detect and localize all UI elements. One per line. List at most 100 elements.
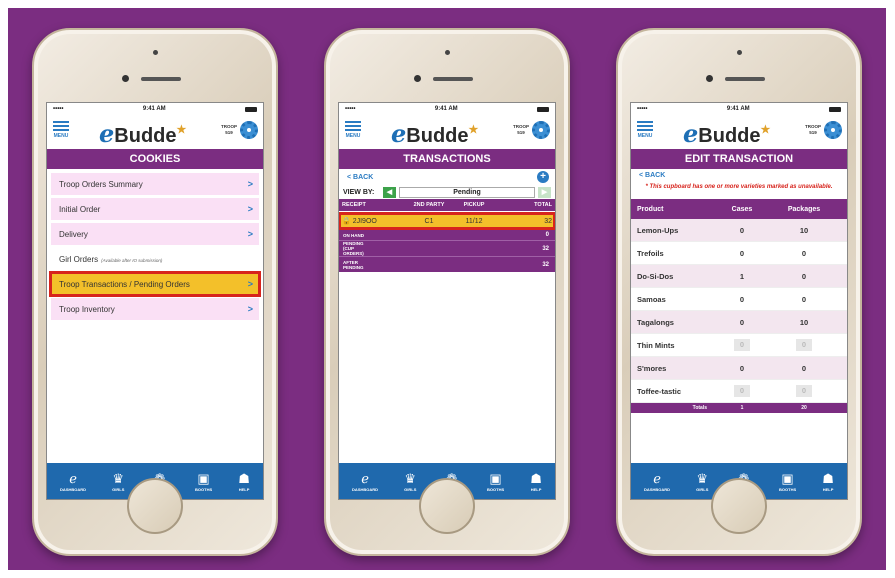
tab-help[interactable]: ☗ HELP: [238, 471, 250, 492]
speaker-grille: [141, 77, 181, 81]
front-camera: [122, 75, 129, 82]
add-transaction-button[interactable]: +: [537, 171, 549, 183]
totals-row: Totals 1 20: [631, 403, 847, 413]
menu-label: MENU: [345, 133, 361, 139]
tab-help[interactable]: ☗ HELP: [822, 471, 834, 492]
tab-girls[interactable]: ♛ GIRLS: [404, 471, 416, 492]
prev-filter-button[interactable]: ◀: [383, 186, 396, 198]
next-filter-button[interactable]: ▶: [538, 186, 551, 198]
app-header: MENU eBudde★ TROOP 519: [631, 115, 847, 149]
gear-icon[interactable]: [532, 121, 550, 139]
booth-icon: ▣: [489, 470, 502, 486]
product-row: Do-Si-Dos 1 0: [631, 265, 847, 288]
menu-label: MENU: [53, 133, 69, 139]
cases-input[interactable]: 0: [717, 318, 767, 327]
menu-item-delivery[interactable]: Delivery >: [51, 223, 259, 245]
tab-booths[interactable]: ▣ BOOTHS: [487, 471, 504, 492]
tab-girls[interactable]: ♛ GIRLS: [696, 471, 708, 492]
tab-booths[interactable]: ▣ BOOTHS: [195, 471, 212, 492]
packages-input-disabled: 0: [796, 385, 812, 397]
menu-item-troop-transactions[interactable]: Troop Transactions / Pending Orders >: [49, 271, 261, 297]
phone-edit-transaction: ••••• 9:41 AM MENU eBudde★ TROOP 519 EDIT…: [616, 28, 862, 556]
cases-input[interactable]: 0: [717, 295, 767, 304]
star-icon: ★: [760, 124, 771, 136]
product-row: Tagalongs 0 10: [631, 311, 847, 334]
menu-item-troop-orders-summary[interactable]: Troop Orders Summary >: [51, 173, 259, 195]
chevron-right-icon: >: [247, 279, 253, 289]
tab-booths[interactable]: ▣ BOOTHS: [779, 471, 796, 492]
packages-input[interactable]: 0: [767, 364, 841, 373]
cases-input-disabled: 0: [734, 385, 750, 397]
chevron-right-icon: >: [247, 229, 253, 239]
packages-input[interactable]: 10: [767, 318, 841, 327]
packages-input[interactable]: 0: [767, 249, 841, 258]
gear-icon[interactable]: [824, 121, 842, 139]
menu-button[interactable]: MENU: [637, 119, 653, 139]
dashboard-icon: ℯ: [69, 470, 77, 486]
summary-on-hand: ON HAND 0: [339, 229, 555, 240]
view-by-value: Pending: [399, 186, 535, 198]
cases-input[interactable]: 0: [717, 249, 767, 258]
packages-input[interactable]: 10: [767, 226, 841, 235]
menu-item-initial-order[interactable]: Initial Order >: [51, 198, 259, 220]
speaker-grille: [433, 77, 473, 81]
hamburger-icon: [345, 121, 361, 131]
status-bar: ••••• 9:41 AM: [47, 103, 263, 115]
status-time: 9:41 AM: [434, 106, 458, 112]
help-icon: ☗: [238, 470, 250, 486]
view-by-label: VIEW BY:: [343, 188, 375, 196]
screen-transactions: ••••• 9:41 AM MENU eBudde★ TROOP 519 TRAN…: [338, 102, 556, 500]
ebudde-logo: eBudde★: [99, 119, 187, 148]
dashboard-icon: ℯ: [361, 470, 369, 486]
cases-input[interactable]: 0: [717, 226, 767, 235]
hamburger-icon: [53, 121, 69, 131]
cases-input[interactable]: 1: [717, 272, 767, 281]
back-button[interactable]: < BACK: [347, 174, 373, 181]
booth-icon: ▣: [197, 470, 210, 486]
summary-pending: PENDING (CUP ORDERS) 32: [339, 240, 555, 256]
camera-dot: [445, 50, 450, 55]
menu-button[interactable]: MENU: [345, 119, 361, 139]
screen-cookies: ••••• 9:41 AM MENU eBudde★ TROOP 519 COOK…: [46, 102, 264, 500]
app-header: MENU eBudde★ TROOP 519: [339, 115, 555, 149]
menu-button[interactable]: MENU: [53, 119, 69, 139]
status-time: 9:41 AM: [726, 106, 750, 112]
battery-icon: [537, 106, 549, 112]
page-title: TRANSACTIONS: [339, 149, 555, 169]
tab-dashboard[interactable]: ℯ DASHBOARD: [352, 471, 378, 492]
page-title: EDIT TRANSACTION: [631, 149, 847, 169]
packages-input[interactable]: 0: [767, 272, 841, 281]
camera-dot: [153, 50, 158, 55]
troop-indicator: TROOP 519: [512, 124, 529, 135]
product-row: Trefoils 0 0: [631, 242, 847, 265]
packages-input[interactable]: 0: [767, 295, 841, 304]
home-button[interactable]: [711, 478, 767, 534]
tab-dashboard[interactable]: ℯ DASHBOARD: [60, 471, 86, 492]
ebudde-logo: eBudde★: [683, 119, 771, 148]
gear-icon[interactable]: [240, 121, 258, 139]
speaker-grille: [725, 77, 765, 81]
status-bar: ••••• 9:41 AM: [631, 103, 847, 115]
phone-transactions: ••••• 9:41 AM MENU eBudde★ TROOP 519 TRAN…: [324, 28, 570, 556]
page-title: COOKIES: [47, 149, 263, 169]
transactions-table-header: RECEIPT 2ND PARTY PICKUP TOTAL: [339, 199, 555, 211]
home-button[interactable]: [127, 478, 183, 534]
star-icon: ★: [176, 124, 187, 136]
cases-input[interactable]: 0: [717, 364, 767, 373]
back-button[interactable]: < BACK: [639, 172, 665, 179]
tab-dashboard[interactable]: ℯ DASHBOARD: [644, 471, 670, 492]
app-header: MENU eBudde★ TROOP 519: [47, 115, 263, 149]
product-row: S'mores 0 0: [631, 357, 847, 380]
signal-indicator: •••••: [345, 106, 356, 112]
tab-help[interactable]: ☗ HELP: [530, 471, 542, 492]
products-table-header: Product Cases Packages: [631, 199, 847, 219]
packages-input-disabled: 0: [796, 339, 812, 351]
product-row: Toffee-tastic 0 0: [631, 380, 847, 403]
transaction-row[interactable]: 🔒 2JI9OO C1 11/12 32: [339, 212, 555, 230]
menu-item-troop-inventory[interactable]: Troop Inventory >: [51, 298, 259, 320]
phone-cookies: ••••• 9:41 AM MENU eBudde★ TROOP 519 COOK…: [32, 28, 278, 556]
chevron-right-icon: >: [247, 204, 253, 214]
tab-girls[interactable]: ♛ GIRLS: [112, 471, 124, 492]
home-button[interactable]: [419, 478, 475, 534]
signal-indicator: •••••: [53, 106, 64, 112]
